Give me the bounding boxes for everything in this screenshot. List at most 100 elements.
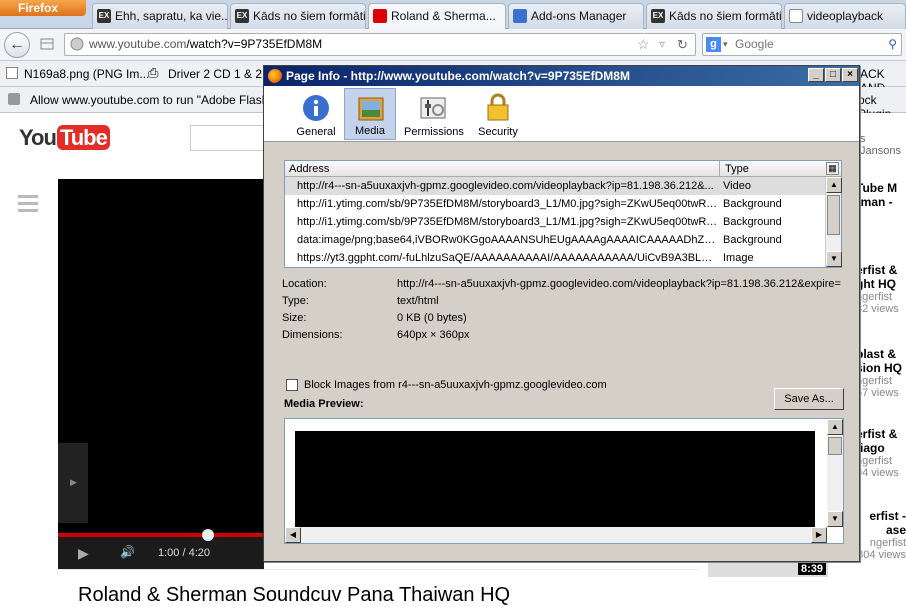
progress-bar[interactable] bbox=[58, 533, 264, 537]
play-icon[interactable]: ▶ bbox=[78, 545, 89, 562]
table-header: Address Type ▦ bbox=[285, 161, 841, 177]
table-row[interactable]: http://i1.ytimg.com/sb/9P735EfDM8M/story… bbox=[285, 213, 841, 231]
row-type: Background bbox=[723, 198, 782, 210]
tab-label: Security bbox=[478, 126, 518, 138]
scroll-down-icon[interactable]: ▼ bbox=[827, 511, 843, 527]
url-bar[interactable]: www.youtube.com/watch?v=9P735EfDM8M ☆ ▿ … bbox=[64, 33, 696, 56]
firefox-icon bbox=[268, 69, 282, 83]
dropdown-icon: ▾ bbox=[723, 39, 728, 49]
reload-icon[interactable]: ↻ bbox=[677, 34, 688, 55]
related-item[interactable]: Tube Mrman - bbox=[856, 181, 897, 209]
tab-permissions[interactable]: Permissions bbox=[404, 88, 464, 140]
minimize-button[interactable]: _ bbox=[808, 68, 824, 82]
tab-title: Kāds no šiem formāti... bbox=[253, 9, 366, 23]
size-value: 0 KB (0 bytes) bbox=[397, 312, 467, 324]
back-button[interactable]: ← bbox=[4, 32, 30, 58]
dialog-titlebar[interactable]: Page Info - http://www.youtube.com/watch… bbox=[264, 66, 859, 86]
search-placeholder: Google bbox=[735, 37, 774, 51]
preview-vscrollbar[interactable]: ▲ ▼ bbox=[827, 419, 843, 527]
account-name[interactable]: s Jansons bbox=[860, 133, 906, 157]
lock-icon bbox=[487, 93, 509, 121]
bookmark-star-icon[interactable]: ☆ bbox=[637, 34, 650, 55]
row-address: data:image/png;base64,iVBORw0KGgoAAAANSU… bbox=[297, 234, 719, 246]
bookmark-item[interactable]: Driver 2 CD 1 & 2 (c bbox=[168, 67, 275, 81]
media-icon bbox=[358, 97, 384, 121]
row-type: Background bbox=[723, 216, 782, 228]
tab-security[interactable]: Security bbox=[472, 88, 524, 140]
related-item[interactable]: blast & sion HQ ngerfist 67 views bbox=[856, 347, 902, 399]
scroll-left-icon[interactable]: ◀ bbox=[285, 527, 301, 543]
tab-6[interactable]: videoplayback bbox=[784, 3, 906, 29]
table-scrollbar[interactable]: ▲ ▼ bbox=[825, 177, 842, 267]
maximize-button[interactable]: □ bbox=[825, 68, 841, 82]
related-title: blast & bbox=[856, 347, 897, 361]
dropdown-icon[interactable]: ▿ bbox=[659, 34, 665, 55]
table-row[interactable]: http://i1.ytimg.com/sb/9P735EfDM8M/story… bbox=[285, 195, 841, 213]
column-header-type[interactable]: Type bbox=[725, 161, 749, 177]
video-player[interactable]: ▶ bbox=[58, 179, 264, 569]
close-button[interactable]: × bbox=[842, 68, 858, 82]
tab-4[interactable]: Add-ons Manager bbox=[508, 3, 644, 29]
navigation-bar: ← www.youtube.com/watch?v=9P735EfDM8M ☆ … bbox=[0, 29, 906, 61]
table-row[interactable]: data:image/png;base64,iVBORw0KGgoAAAANSU… bbox=[285, 231, 841, 249]
search-icon[interactable]: ⚲ bbox=[888, 34, 897, 55]
forward-button[interactable] bbox=[40, 37, 54, 51]
youtube-search-input[interactable] bbox=[190, 125, 270, 151]
tab-3-active[interactable]: Roland & Sherma... bbox=[368, 3, 506, 30]
tab-label: Permissions bbox=[404, 126, 464, 138]
size-label: Size: bbox=[282, 312, 307, 324]
preview-hscrollbar[interactable]: ◀ ▶ bbox=[285, 527, 827, 543]
media-preview-label: Media Preview: bbox=[284, 398, 364, 410]
bookmark-item[interactable]: N169a8.png (PNG Im... bbox=[24, 67, 149, 81]
row-address: http://i1.ytimg.com/sb/9P735EfDM8M/story… bbox=[297, 216, 719, 228]
media-table[interactable]: Address Type ▦ http://r4---sn-a5uuxaxjvh… bbox=[284, 160, 842, 268]
table-row[interactable]: https://yt3.ggpht.com/-fuLhlzuSaQE/AAAAA… bbox=[285, 249, 841, 267]
dimensions-value: 640px × 360px bbox=[397, 329, 470, 341]
block-images-checkbox[interactable] bbox=[286, 379, 298, 391]
video-title-area: Roland & Sherman Soundcuv Pana Thaiwan H… bbox=[58, 569, 698, 606]
column-header-address[interactable]: Address bbox=[289, 161, 329, 177]
column-picker-icon[interactable]: ▦ bbox=[826, 162, 839, 175]
back-arrow-icon: ← bbox=[9, 36, 25, 53]
scroll-right-icon[interactable]: ▶ bbox=[811, 527, 827, 543]
guide-menu-icon[interactable] bbox=[18, 195, 38, 212]
save-as-button[interactable]: Save As... bbox=[774, 388, 844, 410]
row-type: Image bbox=[723, 252, 754, 264]
logo-tube: Tube bbox=[56, 125, 110, 150]
table-row[interactable]: http://r4---sn-a5uuxaxjvh-gpmz.googlevid… bbox=[285, 177, 841, 195]
search-bar[interactable]: g ▾ Google ⚲ bbox=[702, 33, 902, 56]
tab-5[interactable]: EX Kāds no šiem formāti... bbox=[646, 3, 782, 29]
volume-icon[interactable]: 🔊 bbox=[120, 545, 135, 559]
related-views: 94 views bbox=[856, 467, 899, 479]
scroll-up-icon[interactable]: ▲ bbox=[827, 419, 843, 435]
plugin-icon bbox=[8, 93, 20, 105]
firefox-menu-button[interactable]: Firefox bbox=[0, 0, 86, 16]
related-item[interactable]: erfist & ght HQ ngerfist 82 views bbox=[856, 263, 899, 315]
youtube-logo[interactable]: You Tube bbox=[18, 125, 110, 151]
related-title: erfist & bbox=[856, 263, 898, 277]
url-path: /watch?v=9P735EfDM8M bbox=[186, 37, 323, 51]
puzzle-icon bbox=[513, 9, 527, 23]
scroll-down-icon[interactable]: ▼ bbox=[826, 251, 842, 267]
scroll-up-icon[interactable]: ▲ bbox=[826, 177, 842, 193]
scroll-thumb[interactable] bbox=[827, 195, 840, 235]
related-title: Tube M bbox=[856, 181, 898, 195]
tab-2[interactable]: EX Kāds no šiem formāti... bbox=[230, 3, 366, 29]
row-type: Background bbox=[723, 234, 782, 246]
ex-icon: EX bbox=[97, 9, 111, 23]
ex-icon: EX bbox=[651, 9, 665, 23]
tab-title: Add-ons Manager bbox=[531, 9, 627, 23]
prev-arrow-icon[interactable]: ▶ bbox=[58, 443, 88, 523]
permissions-icon bbox=[420, 97, 446, 119]
tab-title: Ehh, sapratu, ka vie... bbox=[115, 9, 228, 23]
location-value: http://r4---sn-a5uuxaxjvh-gpmz.googlevid… bbox=[397, 278, 841, 290]
page-info-dialog: Page Info - http://www.youtube.com/watch… bbox=[263, 65, 860, 562]
tab-general[interactable]: General bbox=[290, 88, 342, 140]
tab-1[interactable]: EX Ehh, sapratu, ka vie... bbox=[92, 3, 228, 29]
related-channel: ngerfist bbox=[856, 375, 893, 387]
video-title: Roland & Sherman Soundcuv Pana Thaiwan H… bbox=[78, 584, 511, 606]
related-item[interactable]: erfist & tiago ngerfist 94 views bbox=[856, 427, 899, 479]
tab-media[interactable]: Media bbox=[344, 88, 396, 140]
progress-handle[interactable] bbox=[202, 529, 214, 541]
scroll-thumb[interactable] bbox=[828, 437, 842, 455]
